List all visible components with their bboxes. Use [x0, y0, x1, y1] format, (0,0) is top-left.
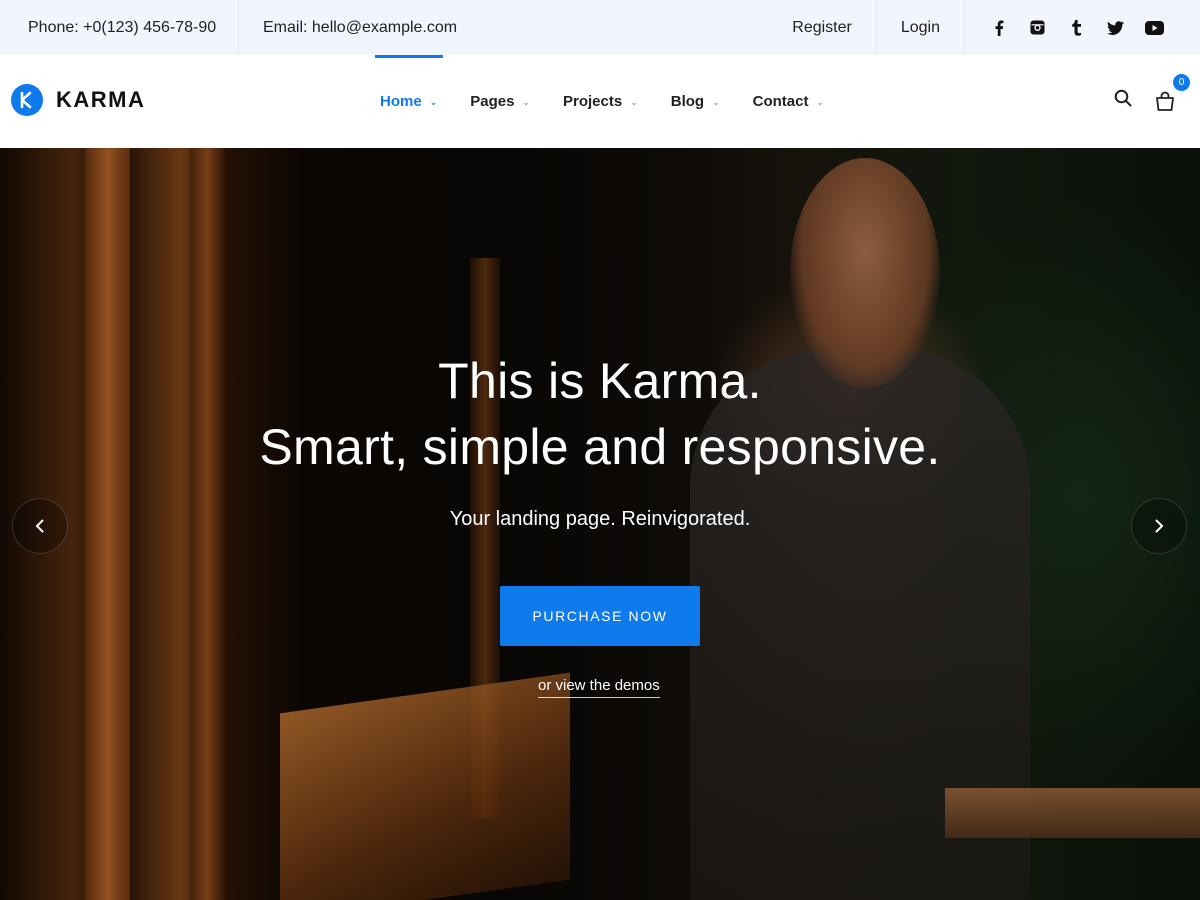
search-icon[interactable]: [1114, 89, 1132, 112]
header-actions: 0: [1114, 73, 1190, 112]
email-info: Email: hello@example.com: [263, 18, 458, 36]
nav-item-pages[interactable]: Pages ⌄: [470, 55, 530, 148]
nav-item-label: Home: [380, 93, 422, 110]
chevron-down-icon: ⌄: [522, 97, 530, 107]
top-bar: Phone: +0(123) 456-78-90 Email: hello@ex…: [0, 0, 1200, 55]
view-demos-link[interactable]: or view the demos: [538, 677, 660, 698]
hero-title: This is Karma. Smart, simple and respons…: [0, 348, 1200, 480]
cart-button[interactable]: 0: [1154, 73, 1190, 112]
tumblr-icon[interactable]: [1057, 0, 1096, 55]
chevron-down-icon: ⌄: [630, 97, 638, 107]
chevron-right-icon: [1155, 519, 1164, 533]
nav-item-label: Blog: [670, 93, 705, 110]
hero-title-line1: This is Karma.: [438, 353, 762, 409]
hero-title-line2: Smart, simple and responsive.: [259, 419, 941, 475]
facebook-icon[interactable]: [979, 0, 1018, 55]
social-links: [965, 0, 1200, 55]
chevron-down-icon: ⌄: [816, 97, 824, 107]
logo[interactable]: KARMA: [11, 84, 145, 116]
cart-count-badge: 0: [1173, 73, 1190, 91]
top-bar-right: Register Login: [792, 0, 1200, 55]
slider-next-button[interactable]: [1131, 498, 1187, 554]
chevron-down-icon: ⌄: [429, 97, 438, 107]
nav-item-label: Pages: [470, 93, 515, 110]
karma-logo-icon: [11, 84, 43, 116]
nav-item-contact[interactable]: Contact ⌄: [753, 55, 824, 148]
phone-info: Phone: +0(123) 456-78-90: [0, 0, 239, 55]
nav-item-label: Contact: [752, 93, 809, 110]
logo-text: KARMA: [56, 87, 146, 112]
instagram-icon[interactable]: [1018, 0, 1057, 55]
nav-item-label: Projects: [562, 93, 623, 110]
login-link[interactable]: Login: [877, 0, 965, 55]
purchase-now-button[interactable]: PURCHASE NOW: [500, 586, 700, 646]
hero-subtitle: Your landing page. Reinvigorated.: [449, 508, 751, 530]
nav-item-projects[interactable]: Projects ⌄: [563, 55, 638, 148]
cart-icon: [1156, 91, 1174, 111]
register-link[interactable]: Register: [792, 0, 877, 55]
chevron-left-icon: [35, 519, 44, 533]
nav-item-blog[interactable]: Blog ⌄: [671, 55, 720, 148]
main-nav: Home ⌄ Pages ⌄ Projects ⌄ Blog ⌄ Contact…: [374, 55, 857, 148]
hero-content: This is Karma. Smart, simple and respons…: [0, 148, 1200, 900]
main-header: KARMA Home ⌄ Pages ⌄ Projects ⌄ Blog ⌄ C…: [0, 55, 1200, 148]
hero-slider: This is Karma. Smart, simple and respons…: [0, 148, 1200, 900]
chevron-down-icon: ⌄: [712, 97, 720, 107]
nav-item-home[interactable]: Home ⌄: [374, 55, 444, 148]
slider-prev-button[interactable]: [12, 498, 68, 554]
twitter-icon[interactable]: [1096, 0, 1135, 55]
youtube-icon[interactable]: [1135, 0, 1174, 55]
